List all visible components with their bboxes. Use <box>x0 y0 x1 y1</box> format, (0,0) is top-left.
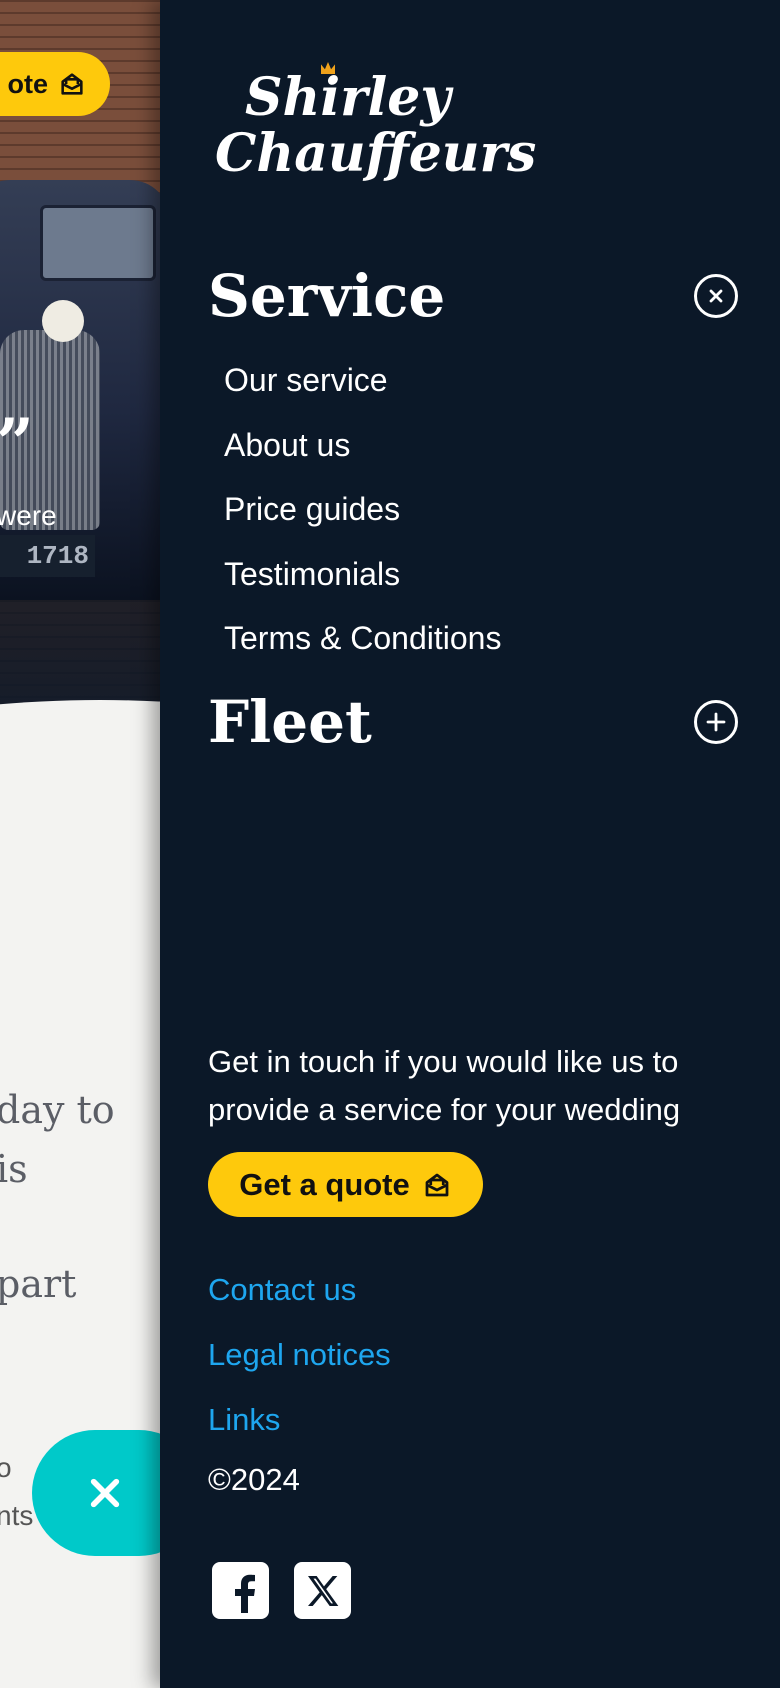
menu-item-testimonials[interactable]: Testimonials <box>224 549 501 614</box>
fleet-title: Fleet <box>208 688 372 756</box>
facebook-icon <box>234 1574 255 1613</box>
fleet-section-header[interactable]: Fleet <box>208 688 738 756</box>
footer-links: Contact us Legal notices Links <box>208 1265 391 1460</box>
plus-circle-icon <box>706 712 726 732</box>
close-icon <box>90 1478 120 1508</box>
expand-fleet-button[interactable] <box>694 700 738 744</box>
small-text-line: o <box>0 1452 12 1483</box>
crown-icon <box>321 62 335 74</box>
legal-notices-link[interactable]: Legal notices <box>208 1330 391 1395</box>
menu-item-terms[interactable]: Terms & Conditions <box>224 613 501 678</box>
logo-line-1: Shirley <box>245 67 451 128</box>
hero-quote-mark: ” <box>0 410 34 476</box>
collapse-service-button[interactable] <box>694 274 738 318</box>
hero-image: 1718 ” were <box>0 0 160 780</box>
x-link[interactable] <box>294 1562 351 1619</box>
menu-panel: Shirley Chauffeurs Service Our service A… <box>160 0 780 1688</box>
x-icon <box>307 1575 338 1606</box>
service-menu-list: Our service About us Price guides Testim… <box>224 355 501 678</box>
body-text-line: part <box>0 1262 77 1306</box>
close-circle-icon <box>709 289 723 303</box>
header-quote-button[interactable]: ote <box>0 52 110 116</box>
menu-item-price-guides[interactable]: Price guides <box>224 484 501 549</box>
facebook-link[interactable] <box>212 1562 269 1619</box>
copyright: ©2024 <box>208 1462 300 1497</box>
site-logo[interactable]: Shirley Chauffeurs <box>215 62 537 184</box>
service-title: Service <box>208 262 446 330</box>
hero-plate: 1718 <box>0 535 95 577</box>
envelope-open-icon <box>61 73 83 95</box>
logo-line-2: Chauffeurs <box>215 123 537 184</box>
envelope-open-icon <box>425 1173 449 1196</box>
get-in-touch-text: Get in touch if you would like us to pro… <box>208 1044 681 1127</box>
get-a-quote-button[interactable]: Get a quote <box>208 1152 483 1217</box>
service-section-header[interactable]: Service <box>208 262 738 330</box>
small-text-line: nts <box>0 1500 34 1531</box>
get-a-quote-label: Get a quote <box>239 1166 410 1202</box>
contact-us-link[interactable]: Contact us <box>208 1265 391 1330</box>
links-link[interactable]: Links <box>208 1395 391 1460</box>
body-text-line: day to <box>0 1088 115 1132</box>
body-text-line: is <box>0 1147 28 1191</box>
menu-item-about-us[interactable]: About us <box>224 420 501 485</box>
menu-item-our-service[interactable]: Our service <box>224 355 501 420</box>
hero-text: were <box>0 500 57 531</box>
